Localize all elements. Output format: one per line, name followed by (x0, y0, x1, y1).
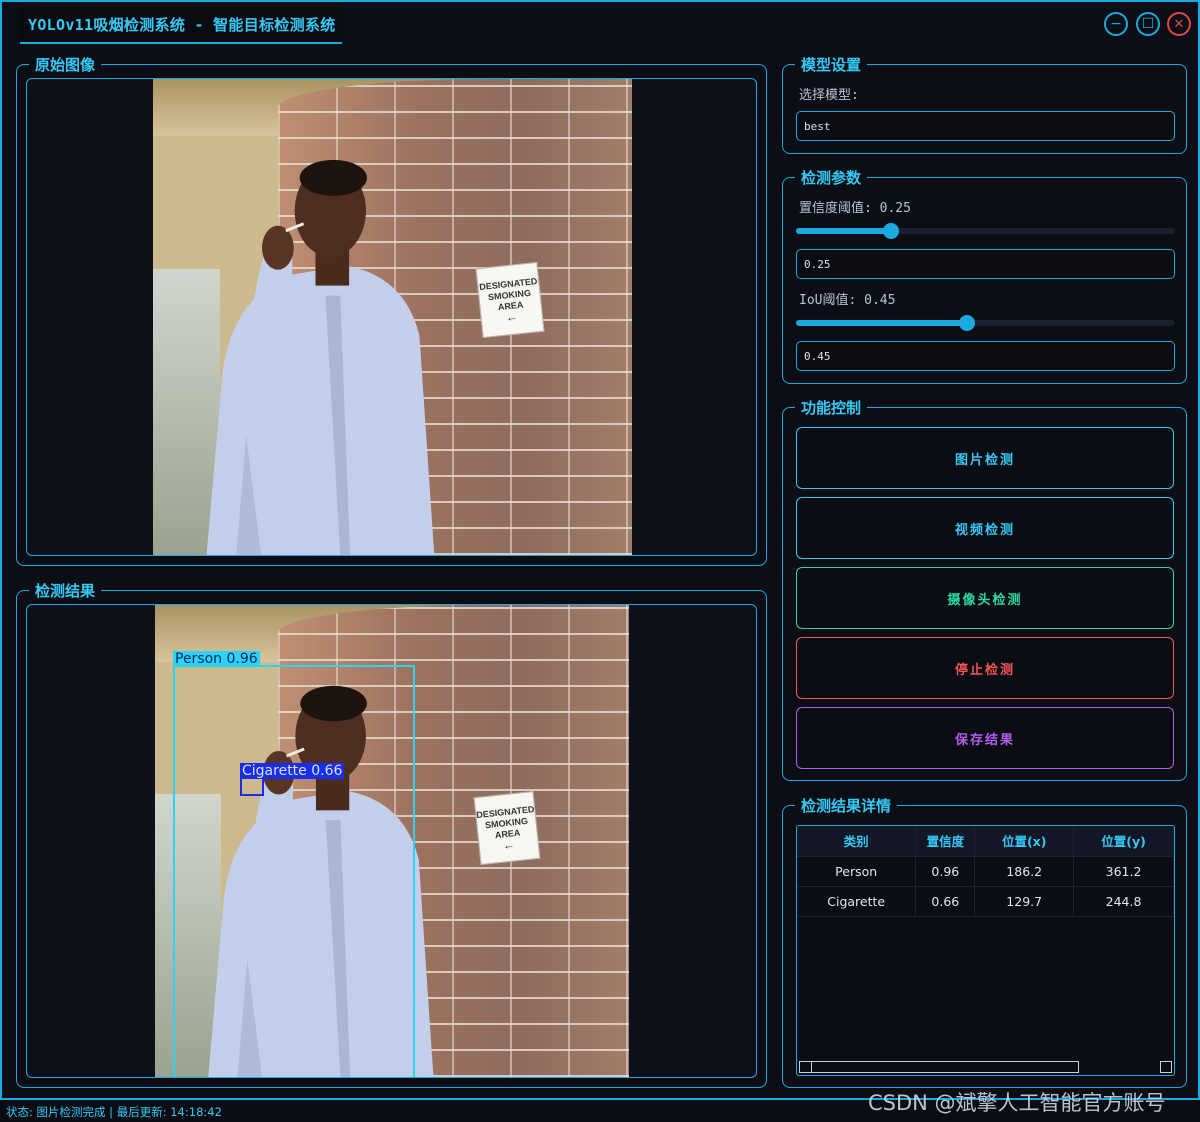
camera-detect-button[interactable]: 摄像头检测 (796, 567, 1174, 629)
iou-slider-handle[interactable] (958, 315, 975, 331)
model-select-label: 选择模型: (799, 88, 859, 103)
stop-detect-button[interactable]: 停止检测 (796, 637, 1174, 699)
original-photo: DESIGNATED SMOKING AREA ← (153, 79, 632, 555)
detection-result-title: 检测结果 (35, 582, 96, 600)
cell-confidence: 0.66 (915, 886, 976, 917)
save-result-label: 保存结果 (954, 732, 1015, 748)
image-detect-label: 图片检测 (954, 452, 1015, 468)
model-settings-title: 模型设置 (801, 56, 862, 74)
minimize-icon: − (1110, 16, 1122, 32)
smoking-area-sign: DESIGNATED SMOKING AREA ← (473, 790, 541, 865)
image-detect-button[interactable]: 图片检测 (796, 427, 1174, 489)
iou-label: IoU阈值: 0.45 (799, 293, 896, 308)
original-image-title: 原始图像 (35, 56, 96, 74)
cell-y: 244.8 (1073, 886, 1174, 917)
camera-detect-label: 摄像头检测 (947, 592, 1023, 608)
app-window: YOLOv11吸烟检测系统 - 智能目标检测系统 − ☐ ✕ 原始图像 DESI… (0, 0, 1200, 1100)
arrow-left-icon: ← (502, 836, 516, 852)
window-title: YOLOv11吸烟检测系统 - 智能目标检测系统 (28, 15, 336, 34)
maximize-icon: ☐ (1141, 16, 1155, 32)
column-header-confidence[interactable]: 置信度 (915, 826, 976, 857)
close-button[interactable]: ✕ (1167, 12, 1191, 36)
detection-params-title: 检测参数 (801, 169, 862, 187)
video-detect-button[interactable]: 视频检测 (796, 497, 1174, 559)
arrow-left-icon: ← (504, 308, 519, 324)
cell-class: Person (797, 856, 917, 887)
cell-x: 186.2 (974, 856, 1075, 887)
scroll-left-arrow[interactable] (800, 1062, 812, 1072)
cell-confidence: 0.96 (915, 856, 976, 887)
model-select[interactable]: best (796, 111, 1175, 141)
confidence-input[interactable]: 0.25 (796, 249, 1175, 279)
title-tab: YOLOv11吸烟检测系统 - 智能目标检测系统 (20, 6, 342, 44)
column-header-x[interactable]: 位置(x) (974, 826, 1075, 857)
iou-slider-fill (796, 320, 967, 326)
person-box-label: Person 0.96 (173, 651, 260, 667)
stop-detect-label: 停止检测 (954, 662, 1015, 678)
video-detect-label: 视频检测 (954, 522, 1015, 538)
watermark: CSDN @斌擎人工智能官方账号 (868, 1091, 1166, 1115)
title-bar[interactable]: YOLOv11吸烟检测系统 - 智能目标检测系统 − ☐ ✕ (2, 2, 1198, 44)
column-header-y[interactable]: 位置(y) (1073, 826, 1174, 857)
close-icon: ✕ (1173, 16, 1185, 32)
person-figure (206, 160, 435, 555)
result-image-frame: DESIGNATED SMOKING AREA ← Person 0.96 Ci… (26, 604, 757, 1078)
iou-slider[interactable] (796, 315, 1175, 331)
table-row[interactable]: Person 0.96 186.2 361.2 (797, 856, 1174, 887)
confidence-label: 置信度阈值: 0.25 (799, 201, 911, 216)
cell-class: Cigarette (797, 886, 917, 917)
cell-y: 361.2 (1073, 856, 1174, 887)
maximize-button[interactable]: ☐ (1136, 12, 1160, 36)
confidence-slider[interactable] (796, 223, 1175, 239)
horizontal-scrollbar[interactable] (799, 1061, 1079, 1073)
cigarette-bounding-box (240, 777, 264, 796)
iou-input[interactable]: 0.45 (796, 341, 1175, 371)
table-row[interactable]: Cigarette 0.66 129.7 244.8 (797, 886, 1174, 917)
results-table-frame: 类别 置信度 位置(x) 位置(y) Person 0.96 186.2 361… (796, 825, 1175, 1076)
detection-details-title: 检测结果详情 (801, 797, 892, 815)
column-header-class[interactable]: 类别 (797, 826, 917, 857)
control-buttons: 图片检测 视频检测 摄像头检测 停止检测 保存结果 (782, 397, 1187, 781)
smoking-area-sign: DESIGNATED SMOKING AREA ← (475, 261, 545, 338)
scrollbar-corner (1160, 1061, 1172, 1073)
original-image-frame: DESIGNATED SMOKING AREA ← (26, 78, 757, 556)
status-text: 状态: 图片检测完成 | 最后更新: 14:18:42 (6, 1105, 222, 1119)
minimize-button[interactable]: − (1104, 12, 1128, 36)
save-result-button[interactable]: 保存结果 (796, 707, 1174, 769)
confidence-slider-handle[interactable] (882, 223, 899, 239)
results-table: 类别 置信度 位置(x) 位置(y) Person 0.96 186.2 361… (797, 826, 1174, 917)
cell-x: 129.7 (974, 886, 1075, 917)
confidence-slider-fill (796, 228, 891, 234)
person-bounding-box (173, 665, 415, 1077)
table-header-row: 类别 置信度 位置(x) 位置(y) (797, 826, 1174, 857)
cigarette-box-label: Cigarette 0.66 (240, 763, 345, 779)
